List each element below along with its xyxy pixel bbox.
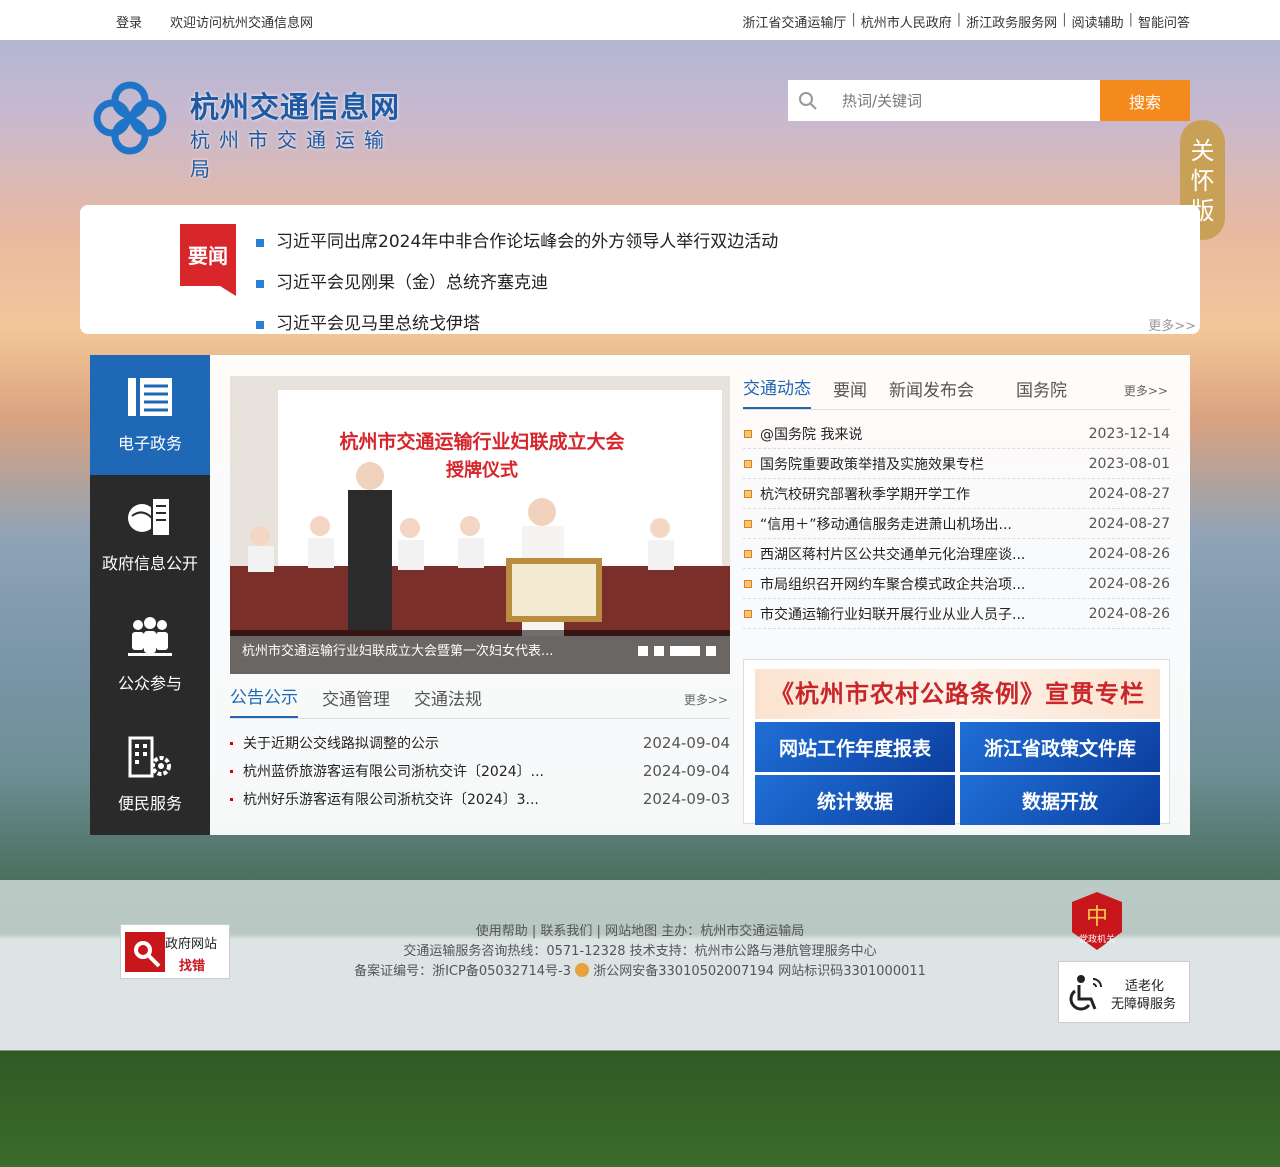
headline-badge: 要闻 <box>180 224 236 296</box>
image-slider[interactable]: 杭州市交通运输行业妇联成立大会 授牌仪式 杭州市交通运输行业妇联成立大会暨第一次… <box>230 376 730 674</box>
sidebar-item-convenience-service[interactable]: 便民服务 <box>90 715 210 835</box>
notice-tabs: 公告公示 交通管理 交通法规 更多>> <box>230 683 730 719</box>
search-input[interactable] <box>828 80 1100 121</box>
tab-traffic-management[interactable]: 交通管理 <box>322 685 390 718</box>
building-gear-icon <box>128 736 171 778</box>
open-data-button[interactable]: 数据开放 <box>960 775 1160 825</box>
logo-subtitle: 杭州市交通运输局 <box>190 128 393 181</box>
link-zj-service[interactable]: 浙江政务服务网 <box>966 12 1057 31</box>
rural-road-banner[interactable]: 《杭州市农村公路条例》宣贯专栏 <box>755 669 1160 719</box>
list-item[interactable]: 杭汽校研究部署秋季学期开学工作 2024-08-27 <box>743 479 1170 509</box>
footer: 政府网站 找错 使用帮助 | 联系我们 | 网站地图 主办：杭州市交通运输局 交… <box>0 880 1280 1050</box>
sidebar-item-public-participation[interactable]: 公众参与 <box>90 595 210 715</box>
globe-document-icon <box>128 497 171 537</box>
people-icon <box>128 617 172 656</box>
news-list: @国务院 我来说 2023-12-14 国务院重要政策举措及实施效果专栏 2023-… <box>743 419 1170 629</box>
news-more-link[interactable]: 更多>> <box>1124 382 1168 399</box>
headline-item[interactable]: 习近平同出席2024年中非合作论坛峰会的外方领导人举行双边活动 <box>256 222 778 263</box>
headline-item[interactable]: 习近平会见马里总统戈伊塔 <box>256 304 778 345</box>
list-item[interactable]: 杭州好乐游客运有限公司浙杭交许〔2024〕3... 2024-09-03 <box>230 785 730 813</box>
welcome-text: 欢迎访问杭州交通信息网 <box>170 16 314 31</box>
statistics-button[interactable]: 统计数据 <box>755 775 955 825</box>
tab-traffic-news[interactable]: 交通动态 <box>743 374 811 409</box>
slider-dot[interactable] <box>638 646 648 656</box>
police-badge-icon <box>575 963 590 977</box>
news-tabs: 交通动态 要闻 新闻发布会 国务院 更多>> <box>743 375 1170 410</box>
slider-dot[interactable] <box>654 646 664 656</box>
list-item[interactable]: 关于近期公交线路拟调整的公示 2024-09-04 <box>230 729 730 757</box>
slide-banner-line2: 授牌仪式 <box>446 459 518 481</box>
tab-traffic-regulations[interactable]: 交通法规 <box>414 685 482 718</box>
login-link[interactable]: 登录 <box>116 12 142 31</box>
list-item[interactable]: 市交通运输行业妇联开展行业从业人员子... 2024-08-26 <box>743 599 1170 629</box>
sidebar: 电子政务 政府信息公开 公众参与 便民服务 <box>90 355 210 835</box>
slider-dots <box>638 646 716 656</box>
headline-news-panel: 要闻 习近平同出席2024年中非合作论坛峰会的外方领导人举行双边活动 习近平会见… <box>80 205 1200 334</box>
slider-dot-active[interactable] <box>670 646 700 656</box>
list-item[interactable]: “信用＋”移动通信服务走进萧山机场出... 2024-08-27 <box>743 509 1170 539</box>
party-government-badge[interactable]: 中 党政机关 <box>1072 892 1122 950</box>
headline-more-link[interactable]: 更多>> <box>1148 315 1196 334</box>
tab-state-council[interactable]: 国务院 <box>1016 376 1067 409</box>
link-zj-transport[interactable]: 浙江省交通运输厅 <box>742 12 846 31</box>
list-item[interactable]: 市局组织召开网约车聚合模式政企共治项... 2024-08-26 <box>743 569 1170 599</box>
search-box: 搜索 <box>788 80 1190 121</box>
slider-dot[interactable] <box>706 646 716 656</box>
link-smart-qa[interactable]: 智能问答 <box>1138 12 1190 31</box>
notice-more-link[interactable]: 更多>> <box>684 691 728 708</box>
notice-list: 关于近期公交线路拟调整的公示 2024-09-04 杭州蓝侨旅游客运有限公司浙杭交… <box>230 729 730 813</box>
sidebar-item-e-gov[interactable]: 电子政务 <box>90 355 210 475</box>
slide-banner-line1: 杭州市交通运输行业妇联成立大会 <box>339 430 624 453</box>
link-hz-gov[interactable]: 杭州市人民政府 <box>861 12 952 31</box>
list-item[interactable]: 杭州蓝侨旅游客运有限公司浙杭交许〔2024〕... 2024-09-04 <box>230 757 730 785</box>
tab-press-conference[interactable]: 新闻发布会 <box>889 376 974 409</box>
search-button[interactable]: 搜索 <box>1100 80 1190 121</box>
svg-text:中: 中 <box>1086 905 1108 930</box>
headline-item[interactable]: 习近平会见刚果（金）总统齐塞克迪 <box>256 263 778 304</box>
policy-library-button[interactable]: 浙江省政策文件库 <box>960 722 1160 772</box>
annual-report-button[interactable]: 网站工作年度报表 <box>755 722 955 772</box>
link-reading-aid[interactable]: 阅读辅助 <box>1072 12 1124 31</box>
wheelchair-icon <box>1069 975 1102 1011</box>
logo-emblem-icon <box>93 81 167 155</box>
promo-panel: 《杭州市农村公路条例》宣贯专栏 网站工作年度报表 浙江省政策文件库 统计数据 数… <box>743 659 1170 825</box>
top-bar: 登录 欢迎访问杭州交通信息网 浙江省交通运输厅 | 杭州市人民政府 | 浙江政务… <box>0 0 1280 40</box>
list-icon <box>128 378 172 416</box>
list-item[interactable]: 西湖区蒋村片区公共交通单元化治理座谈... 2024-08-26 <box>743 539 1170 569</box>
headline-badge-label: 要闻 <box>188 244 228 268</box>
logo-title: 杭州交通信息网 <box>190 90 401 124</box>
accessibility-service-button[interactable]: 适老化 无障碍服务 <box>1058 961 1190 1023</box>
site-logo[interactable]: 杭州交通信息网 杭州市交通运输局 <box>90 78 420 181</box>
tab-headlines[interactable]: 要闻 <box>833 376 867 409</box>
tab-announcements[interactable]: 公告公示 <box>230 683 298 718</box>
search-icon <box>788 80 828 121</box>
list-item[interactable]: 国务院重要政策举措及实施效果专栏 2023-08-01 <box>743 449 1170 479</box>
list-item[interactable]: @国务院 我来说 2023-12-14 <box>743 419 1170 449</box>
main-content: 杭州市交通运输行业妇联成立大会 授牌仪式 杭州市交通运输行业妇联成立大会暨第一次… <box>210 355 1190 835</box>
sidebar-item-info-disclosure[interactable]: 政府信息公开 <box>90 475 210 595</box>
